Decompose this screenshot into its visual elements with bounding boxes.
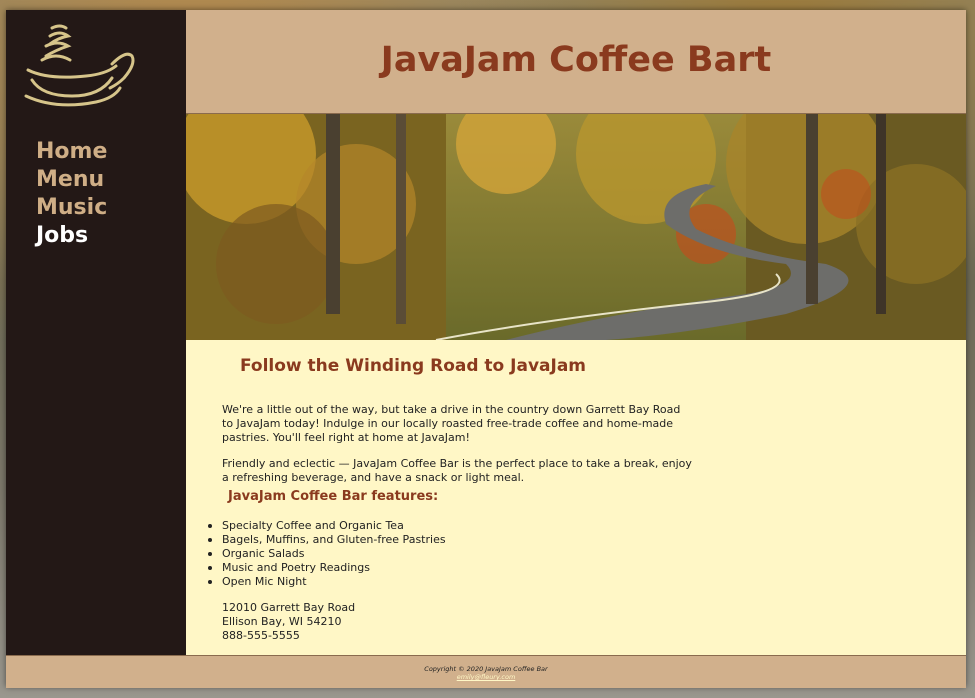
page-wrapper: Home Menu Music Jobs JavaJam Coffee Bart <box>6 10 966 688</box>
address-block: 12010 Garrett Bay Road Ellison Bay, WI 5… <box>222 601 355 643</box>
hero-image <box>186 114 966 340</box>
features-heading: JavaJam Coffee Bar features: <box>228 489 439 504</box>
main-nav: Home Menu Music Jobs <box>36 138 107 250</box>
description-paragraph: Friendly and eclectic — JavaJam Coffee B… <box>222 457 692 484</box>
list-item: Bagels, Muffins, and Gluten-free Pastrie… <box>208 533 446 546</box>
email-link[interactable]: emily@fleury.com <box>6 673 966 681</box>
address-phone: 888-555-5555 <box>222 629 300 642</box>
copyright-text: Copyright © 2020 JavaJam Coffee Bar <box>424 665 548 673</box>
nav-music-link[interactable]: Music <box>36 194 107 222</box>
address-city: Ellison Bay, WI 54210 <box>222 615 342 628</box>
nav-jobs-link[interactable]: Jobs <box>36 222 107 250</box>
list-item: Music and Poetry Readings <box>208 561 446 575</box>
list-item: Specialty Coffee and Organic Tea <box>208 519 446 533</box>
coffee-cup-logo[interactable] <box>22 20 138 110</box>
main-content: Follow the Winding Road to JavaJam We're… <box>186 340 966 655</box>
winding-road-image <box>186 114 966 340</box>
site-footer: Copyright © 2020 JavaJam Coffee Bar emil… <box>6 655 966 688</box>
list-item: Open Mic Night <box>208 575 446 589</box>
address-street: 12010 Garrett Bay Road <box>222 601 356 614</box>
nav-home-link[interactable]: Home <box>36 138 107 166</box>
intro-paragraph: We're a little out of the way, but take … <box>222 403 681 444</box>
list-item: Organic Salads <box>208 547 446 561</box>
site-title: JavaJam Coffee Bart <box>380 40 772 80</box>
features-list: Specialty Coffee and Organic Tea Bagels,… <box>208 519 446 589</box>
nav-menu-link[interactable]: Menu <box>36 166 107 194</box>
main-heading: Follow the Winding Road to JavaJam <box>240 356 587 376</box>
sidebar: Home Menu Music Jobs <box>6 10 186 655</box>
site-header: JavaJam Coffee Bart <box>186 10 966 114</box>
